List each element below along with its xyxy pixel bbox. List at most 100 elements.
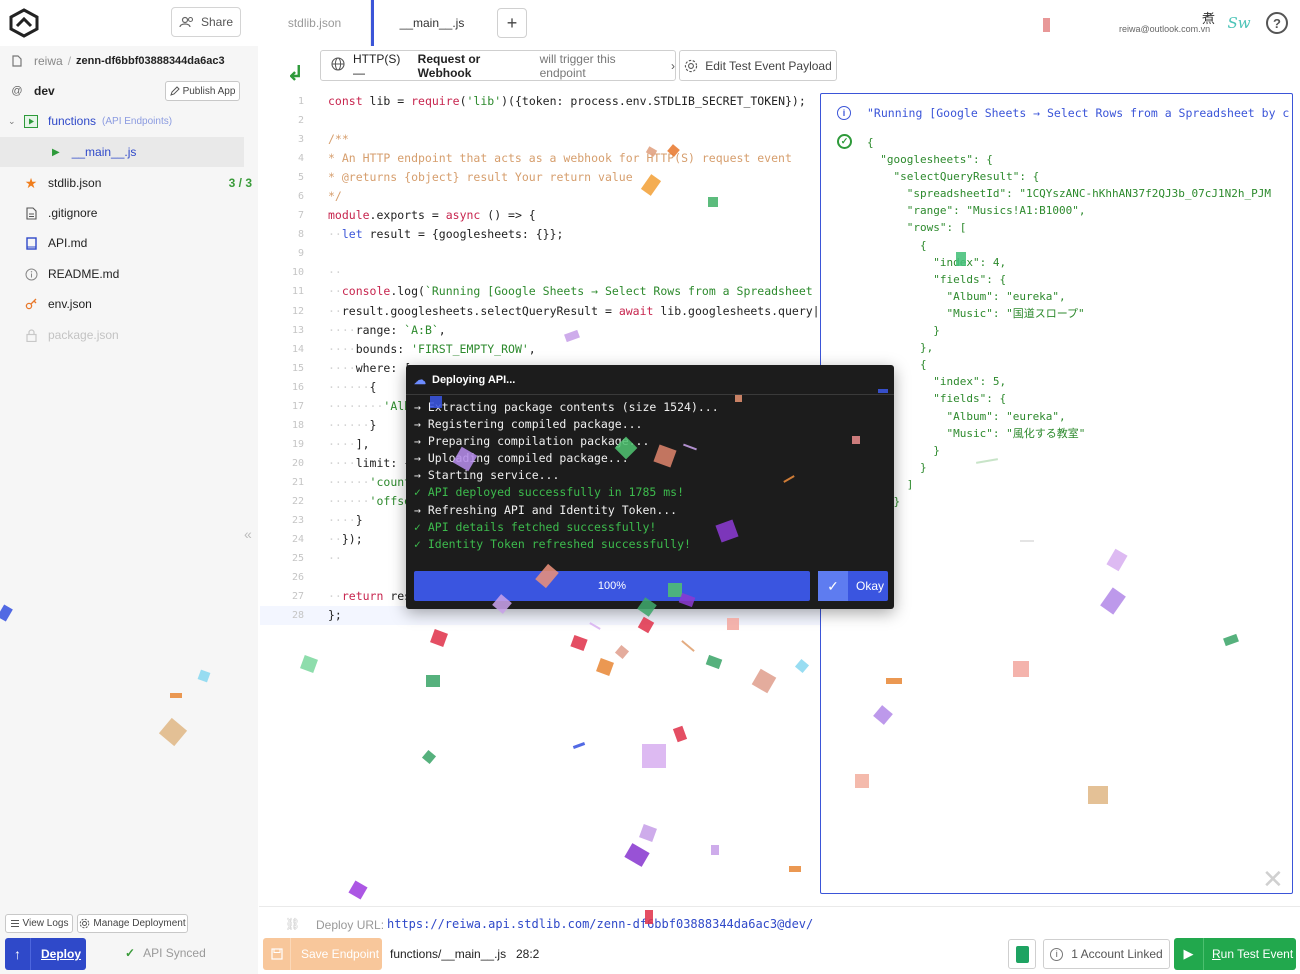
trigger-type-button[interactable]: HTTP(S) — Request or Webhook will trigge… [320, 50, 676, 81]
file-count-badge: 3 / 3 [228, 176, 252, 190]
code-line[interactable]: 13 ····range: `A:B`, [260, 321, 820, 340]
list-icon [10, 920, 19, 927]
code-line[interactable]: 14 ····bounds: 'FIRST_EMPTY_ROW', [260, 340, 820, 359]
deploy-log-line: → Registering compiled package... [414, 417, 643, 432]
code-text: const lib = require('lib')({token: proce… [328, 92, 806, 111]
code-token: ···· [328, 513, 356, 528]
manage-deployment-button[interactable]: Manage Deployment [77, 914, 188, 933]
sidebar-item-stdlib-json[interactable]: ★ stdlib.json 3 / 3 [24, 168, 268, 198]
line-number: 27 [291, 591, 304, 603]
line-number: 9 [297, 248, 304, 260]
code-text: * @returns {object} result Your return v… [328, 168, 633, 187]
code-token: return [341, 589, 384, 604]
add-tab-button[interactable]: + [497, 8, 527, 38]
line-number: 10 [291, 267, 304, 279]
share-button[interactable]: Share [171, 7, 241, 37]
sidebar-item-package-json[interactable]: package.json [24, 320, 268, 350]
trigger-label-type: Request or Webhook [417, 51, 481, 80]
sidebar-item-functions[interactable]: ⌄ functions (API Endpoints) [8, 106, 252, 136]
code-token: ······ [328, 493, 370, 508]
user-avatar[interactable]: Sw [1224, 9, 1254, 37]
code-line[interactable]: 4 * An HTTP endpoint that acts as a webho… [260, 149, 820, 168]
deploy-log: → Extracting package contents (size 1524… [414, 399, 719, 553]
breadcrumb-user[interactable]: reiwa [34, 54, 63, 68]
code-token: , [528, 341, 536, 356]
sidebar-item-readme-md[interactable]: README.md [24, 259, 268, 289]
result-log-line: "Running [Google Sheets → Select Rows fr… [867, 106, 1290, 120]
code-line[interactable]: 7 module.exports = async () => { [260, 206, 820, 225]
file-icon [10, 54, 24, 68]
line-number: 24 [291, 534, 304, 546]
line-number: 20 [291, 457, 304, 469]
code-text: ······'count' [328, 473, 418, 492]
line-number: 1 [297, 96, 304, 107]
google-sheets-icon[interactable] [1008, 939, 1036, 969]
view-logs-button[interactable]: View Logs [5, 914, 73, 933]
deploy-url-link[interactable]: https://reiwa.api.stdlib.com/zenn-df6bbf… [387, 917, 813, 931]
run-test-event-label: Run Test Event [1204, 947, 1293, 961]
code-token: * An HTTP endpoint that acts as a webhoo… [328, 151, 792, 166]
sync-status-label: API Synced [143, 946, 206, 960]
close-icon[interactable]: ✕ [1262, 864, 1284, 895]
sidebar-item-gitignore[interactable]: .gitignore [24, 198, 268, 228]
code-line[interactable]: 11 ··console.log(`Running [Google Sheets … [260, 282, 820, 301]
code-token: `Running [Google Sheets → Select Rows fr… [424, 284, 813, 299]
code-line[interactable]: 8 ··let result = {googlesheets: {}}; [260, 225, 820, 244]
file-label: stdlib.json [48, 176, 102, 190]
gear-icon [80, 918, 90, 929]
api-synced-status: ✓ API Synced [125, 946, 206, 960]
save-endpoint-label: Save Endpoint [301, 947, 380, 961]
code-line[interactable]: 1 const lib = require('lib')({token: proc… [260, 92, 820, 111]
breadcrumb-project[interactable]: zenn-df6bbf03888344da6ac3 [76, 55, 225, 67]
help-icon[interactable]: ? [1266, 12, 1288, 34]
return-arrow-icon[interactable]: ↲ [287, 61, 304, 86]
code-token: } [369, 417, 377, 432]
publish-app-button[interactable]: Publish App [165, 81, 240, 101]
code-token: */ [328, 189, 342, 204]
code-text: ··console.log(`Running [Google Sheets → … [328, 282, 813, 301]
code-token: `A:B` [404, 322, 439, 337]
code-token: ···· [328, 455, 356, 470]
code-token: where: [ [355, 360, 412, 375]
code-text: ····limit: { [328, 454, 411, 473]
okay-button[interactable]: ✓ Okay [818, 571, 888, 601]
code-line[interactable]: 28}; [260, 606, 820, 626]
sidebar-item-api-md[interactable]: API.md [24, 228, 268, 258]
autocode-logo-icon[interactable] [8, 8, 40, 38]
tab-main-js[interactable]: __main__.js [371, 0, 490, 46]
run-label-hotkey: R [1212, 947, 1221, 961]
code-token: lib.googlesheets.query| [653, 303, 820, 318]
code-token: ·· [328, 551, 342, 566]
deploy-button[interactable]: ↑ Deploy [5, 938, 86, 970]
line-number: 12 [291, 305, 304, 317]
line-number: 5 [297, 172, 304, 184]
code-text: ····], [328, 435, 370, 454]
sidebar-item-env-json[interactable]: env.json [24, 289, 268, 319]
collapse-sidebar-icon[interactable]: « [244, 526, 252, 542]
code-text: ·· [328, 263, 342, 282]
link-icon: ⛓ [285, 917, 301, 931]
code-line[interactable]: 3 /** [260, 130, 820, 149]
save-endpoint-button[interactable]: Save Endpoint [263, 938, 382, 970]
code-line[interactable]: 5 * @returns {object} result Your return … [260, 168, 820, 187]
code-line[interactable]: 2 [260, 111, 820, 130]
code-line[interactable]: 9 [260, 244, 820, 263]
code-token: limit: { [355, 455, 412, 470]
tab-stdlib-json[interactable]: stdlib.json [259, 0, 371, 46]
run-label-rest: un Test Event [1220, 947, 1294, 961]
code-text: ··let result = {googlesheets: {}}; [328, 225, 563, 244]
edit-test-payload-button[interactable]: Edit Test Event Payload [679, 50, 837, 81]
run-test-event-button[interactable]: ▶ Run Test Event [1174, 938, 1296, 970]
code-token: ], [355, 436, 370, 451]
line-number: 11 [291, 286, 304, 298]
code-token: ········ [328, 398, 384, 413]
file-label: env.json [48, 297, 92, 311]
line-number: 2 [297, 115, 304, 127]
linked-accounts-button[interactable]: i 1 Account Linked [1043, 939, 1170, 969]
user-kanji-badge[interactable]: 煮 [1202, 8, 1215, 27]
sidebar-item-main-js[interactable]: ▶ __main__.js [0, 137, 244, 167]
code-line[interactable]: 10 ·· [260, 263, 820, 282]
code-line[interactable]: 12 ··result.googlesheets.selectQueryResul… [260, 302, 820, 321]
code-line[interactable]: 6 */ [260, 187, 820, 206]
trigger-label-desc: will trigger this endpoint [539, 51, 616, 80]
